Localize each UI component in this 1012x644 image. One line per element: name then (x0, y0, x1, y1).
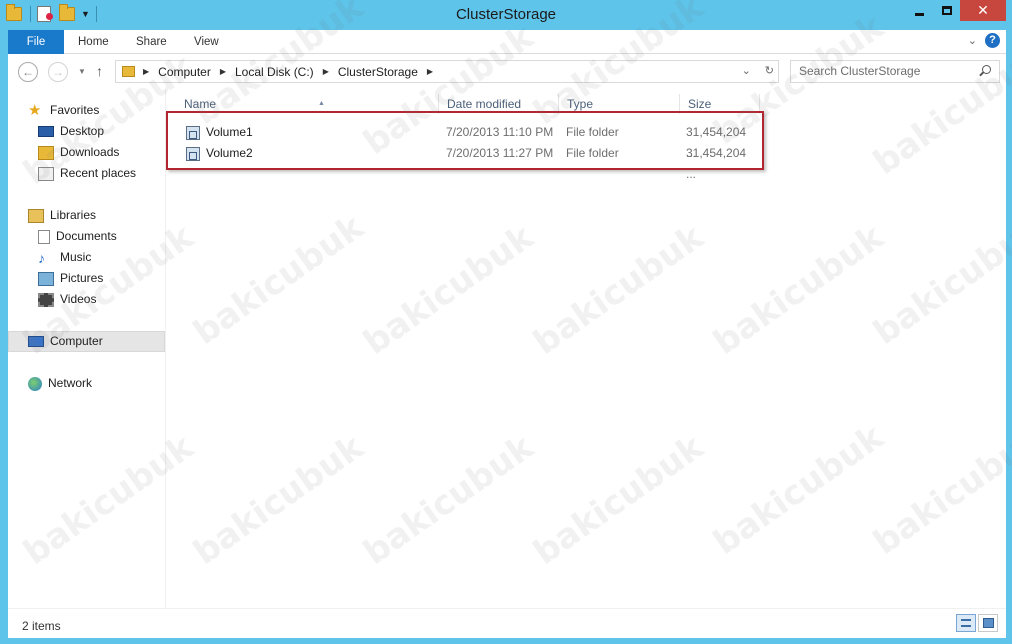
tab-file[interactable]: File (8, 30, 64, 54)
sidebar-item-label: Pictures (60, 271, 104, 285)
sidebar-item-favorites[interactable]: ★ Favorites (28, 100, 99, 121)
explorer-window: ▼ ClusterStorage ✕ File Home Share View … (0, 0, 1012, 644)
breadcrumb-clusterstorage[interactable]: ClusterStorage (338, 65, 418, 79)
up-button[interactable]: ↑ (96, 63, 103, 79)
tab-view[interactable]: View (194, 30, 219, 54)
close-icon: ✕ (977, 2, 989, 18)
network-icon (28, 376, 42, 391)
refresh-icon[interactable]: ↻ (765, 64, 774, 77)
breadcrumb-separator-icon[interactable]: ▶ (220, 67, 226, 76)
column-label: Type (567, 97, 594, 111)
sidebar-item-music[interactable]: ♪ Music (38, 247, 91, 268)
minimize-icon (915, 13, 924, 16)
expand-ribbon-icon[interactable]: ⌄ (968, 34, 977, 47)
search-input[interactable]: Search ClusterStorage (790, 60, 1000, 83)
large-icons-view-button[interactable] (978, 614, 998, 632)
sidebar-item-documents[interactable]: Documents (38, 226, 117, 247)
breadcrumb-local-disk[interactable]: Local Disk (C:) (235, 65, 314, 79)
documents-icon (38, 229, 50, 244)
item-count: 2 items (22, 619, 61, 633)
search-placeholder: Search ClusterStorage (799, 64, 921, 78)
tab-home[interactable]: Home (78, 30, 109, 54)
sidebar-item-label: Network (48, 376, 93, 390)
file-list: Name ▲ Date modified Type Size Volume1 7… (166, 90, 1006, 608)
maximize-button[interactable] (933, 0, 960, 21)
address-bar[interactable]: ▶ Computer ▶ Local Disk (C:) ▶ ClusterSt… (115, 60, 779, 83)
recent-locations-icon[interactable]: ▼ (78, 67, 86, 76)
address-history-dropdown-icon[interactable]: ⌄ (742, 64, 751, 77)
sidebar-item-label: Documents (56, 229, 117, 243)
help-button[interactable]: ? (985, 33, 1000, 48)
sidebar-item-label: Desktop (60, 124, 105, 138)
breadcrumb-separator-icon[interactable]: ▶ (323, 67, 329, 76)
folder-icon (122, 66, 135, 77)
music-icon: ♪ (38, 249, 45, 266)
downloads-icon (38, 145, 54, 160)
sidebar-item-label: Recent places (60, 166, 137, 180)
navigation-pane: ★ Favorites Desktop Downloads Recent pla… (8, 90, 166, 608)
recent-places-icon (38, 166, 54, 181)
close-button[interactable]: ✕ (960, 0, 1006, 21)
explorer-body: ★ Favorites Desktop Downloads Recent pla… (8, 90, 1006, 608)
sidebar-item-label: Downloads (60, 145, 120, 159)
column-label: Name (184, 97, 217, 111)
sidebar-item-label: Favorites (50, 103, 100, 117)
sidebar-item-videos[interactable]: Videos (38, 289, 96, 310)
computer-icon (28, 336, 44, 347)
sidebar-item-network[interactable]: Network (28, 373, 92, 394)
breadcrumb-computer[interactable]: Computer (158, 65, 211, 79)
back-button[interactable]: ← (18, 62, 38, 82)
desktop-icon (38, 126, 54, 137)
title-bar: ▼ ClusterStorage ✕ (0, 0, 1012, 30)
sidebar-item-libraries[interactable]: Libraries (28, 205, 96, 226)
sidebar-item-pictures[interactable]: Pictures (38, 268, 103, 289)
minimize-button[interactable] (906, 0, 933, 21)
search-icon[interactable] (982, 65, 991, 74)
breadcrumb-separator-icon[interactable]: ▶ (143, 67, 149, 76)
sidebar-item-recent-places[interactable]: Recent places (38, 163, 136, 184)
ribbon-tabs: File Home Share View ⌄ ? (8, 30, 1006, 54)
details-view-icon (961, 619, 971, 627)
column-label: Size (688, 97, 712, 111)
libraries-icon (28, 208, 44, 223)
column-label: Date modified (447, 97, 522, 111)
sidebar-item-label: Music (60, 250, 92, 264)
forward-button[interactable]: → (48, 62, 68, 82)
star-icon: ★ (28, 101, 42, 119)
large-icons-view-icon (983, 618, 994, 628)
breadcrumb-separator-icon[interactable]: ▶ (427, 67, 433, 76)
sidebar-item-label: Libraries (50, 208, 97, 222)
details-view-button[interactable] (956, 614, 976, 632)
sidebar-item-label: Videos (60, 292, 97, 306)
annotation-highlight-box (166, 111, 764, 170)
tab-share[interactable]: Share (136, 30, 167, 54)
status-bar: 2 items (8, 608, 1006, 638)
sidebar-item-downloads[interactable]: Downloads (38, 142, 119, 163)
videos-icon (38, 292, 54, 307)
window-title: ClusterStorage (455, 6, 557, 23)
sidebar-item-computer[interactable]: Computer (8, 331, 165, 352)
maximize-icon (941, 6, 952, 15)
pictures-icon (38, 271, 54, 286)
sidebar-item-desktop[interactable]: Desktop (38, 121, 104, 142)
navigation-bar: ← → ▼ ↑ ▶ Computer ▶ Local Disk (C:) ▶ C… (8, 54, 1006, 90)
sidebar-item-label: Computer (50, 334, 103, 348)
